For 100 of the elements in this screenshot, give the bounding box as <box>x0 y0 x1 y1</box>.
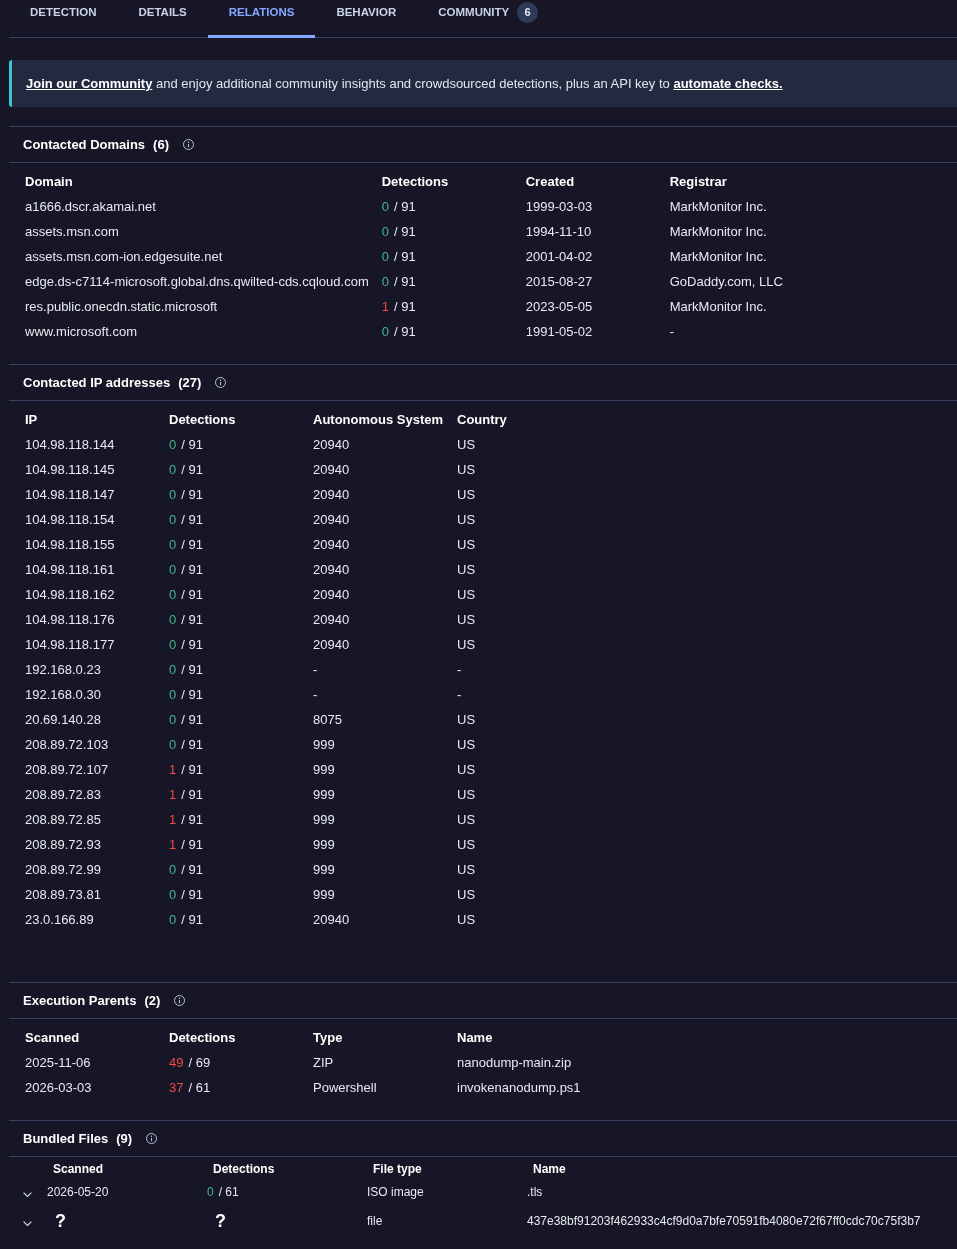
detection-hits: 0 <box>169 611 177 629</box>
table-cell-text: 2015-08-27 <box>525 273 594 291</box>
table-cell-text: - <box>457 661 463 679</box>
join-community-link[interactable]: Join our Community <box>26 76 153 91</box>
column-header: Registrar <box>669 173 728 191</box>
table-cell-text: ZIP <box>313 1054 335 1072</box>
detection-total: / 61 <box>188 1079 211 1097</box>
unknown-value: ? <box>54 1210 67 1233</box>
table-cell-text: 20.69.140.28 <box>25 711 102 729</box>
detection-hits: 0 <box>169 461 177 479</box>
detection-hits: 1 <box>169 786 177 804</box>
table-cell-text: ISO image <box>367 1184 425 1201</box>
column-header: Autonomous System <box>313 411 444 429</box>
detection-total: / 91 <box>181 911 203 929</box>
table-cell-text: MarkMonitor Inc. <box>669 223 768 241</box>
chevron-down-icon[interactable] <box>23 1221 32 1226</box>
table-cell-text: US <box>457 511 477 529</box>
detection-total: / 91 <box>181 611 203 629</box>
table-cell-text: 999 <box>313 736 336 754</box>
detection-total: / 91 <box>393 273 416 291</box>
table-cell-text: GoDaddy.com, LLC <box>669 273 784 291</box>
table-cell-text: 2026-03-03 <box>25 1079 93 1097</box>
tab[interactable]: DETAILS <box>117 0 208 38</box>
detection-hits: 0 <box>381 223 389 241</box>
table-cell-text: 20940 <box>313 636 351 654</box>
tab[interactable]: RELATIONS <box>207 0 316 38</box>
table-cell-text: US <box>457 486 477 504</box>
column-header: Name <box>532 1161 567 1178</box>
section-title: Contacted Domains <box>23 137 146 152</box>
detection-total: / 91 <box>181 836 203 854</box>
column-header: Type <box>313 1029 344 1047</box>
automate-checks-link[interactable]: automate checks. <box>673 76 783 91</box>
table-cell-text: assets.msn.com <box>25 223 120 241</box>
table-cell-text: 2023-05-05 <box>525 298 594 316</box>
table-cell-text: 999 <box>313 836 336 854</box>
table-cell-text: 20940 <box>313 911 351 929</box>
table-cell-text: 20940 <box>313 461 351 479</box>
column-header: File type <box>372 1161 423 1178</box>
table-cell-text: 104.98.118.162 <box>25 586 116 604</box>
detection-total: / 91 <box>181 886 203 904</box>
table-cell-text: 1991-05-02 <box>525 323 594 341</box>
table-cell-text: US <box>457 861 477 879</box>
info-icon[interactable] <box>215 377 227 388</box>
detection-hits: 1 <box>381 298 389 316</box>
table-cell-text: US <box>457 461 477 479</box>
table-cell-text: nanodump-main.zip <box>457 1054 573 1072</box>
detection-hits: 0 <box>169 711 177 729</box>
banner-text: Join our Community and enjoy additional community insights and crowdsourced detections, plus an API key to automate checks. <box>26 76 783 91</box>
table-cell-text: 2026-05-20 <box>47 1184 110 1201</box>
detection-hits: 0 <box>169 636 177 654</box>
column-header: Domain <box>25 173 74 191</box>
info-icon[interactable] <box>182 139 194 150</box>
table-cell-text: US <box>457 536 477 554</box>
detection-total: / 91 <box>181 711 203 729</box>
unknown-value: ? <box>214 1210 227 1233</box>
table-cell-text: 999 <box>313 786 336 804</box>
table-cell-text: 437e38bf91203f462933c4cf9d0a7bfe70591fb4080e72f67ff0cdc70c75f3b7 <box>527 1213 922 1230</box>
detection-total: / 91 <box>181 786 203 804</box>
chevron-down-icon[interactable] <box>23 1192 32 1197</box>
table-cell-text: - <box>313 661 319 679</box>
table-cell-text: res.public.onecdn.static.microsoft <box>25 298 219 316</box>
section-count: (27) <box>178 375 202 390</box>
detection-total: / 61 <box>218 1184 239 1201</box>
table-cell-text: 23.0.166.89 <box>25 911 95 929</box>
column-header: Detections <box>169 1029 237 1047</box>
table-cell-text: www.microsoft.com <box>25 323 138 341</box>
table-cell-text: 208.89.72.99 <box>25 861 102 879</box>
info-icon[interactable] <box>174 995 186 1006</box>
table-cell-text: 104.98.118.145 <box>25 461 116 479</box>
detection-hits: 0 <box>381 273 389 291</box>
detection-total: / 91 <box>181 736 203 754</box>
detection-hits: 0 <box>169 736 177 754</box>
detection-total: / 91 <box>393 248 416 266</box>
tab[interactable]: DETECTION <box>9 0 118 38</box>
table-cell-text: 1994-11-10 <box>525 223 593 241</box>
detection-total: / 91 <box>181 686 203 704</box>
table-cell-text: 20940 <box>313 536 351 554</box>
table-cell-text: 192.168.0.30 <box>25 686 102 704</box>
table-cell-text: US <box>457 911 477 929</box>
table-cell-text: 999 <box>313 886 336 904</box>
column-header: IP <box>25 411 39 429</box>
detection-hits: 1 <box>169 811 177 829</box>
column-header: Created <box>525 173 576 191</box>
column-header: Detections <box>212 1161 276 1178</box>
detection-hits: 0 <box>169 861 177 879</box>
detection-hits: 0 <box>381 323 389 341</box>
table-cell-text: file <box>367 1213 384 1230</box>
tab[interactable]: BEHAVIOR <box>315 0 418 38</box>
detection-total: / 69 <box>188 1054 211 1072</box>
detection-total: / 91 <box>393 298 416 316</box>
tab[interactable]: COMMUNITY 6 <box>417 0 560 38</box>
detection-total: / 91 <box>181 461 203 479</box>
detection-total: / 91 <box>393 223 416 241</box>
detection-total: / 91 <box>393 323 416 341</box>
column-header: Detections <box>169 411 237 429</box>
table-cell-text: 104.98.118.144 <box>25 436 116 454</box>
detection-hits: 0 <box>169 686 177 704</box>
detection-total: / 91 <box>181 561 203 579</box>
section-count: (6) <box>153 137 169 152</box>
info-icon[interactable] <box>146 1133 158 1144</box>
